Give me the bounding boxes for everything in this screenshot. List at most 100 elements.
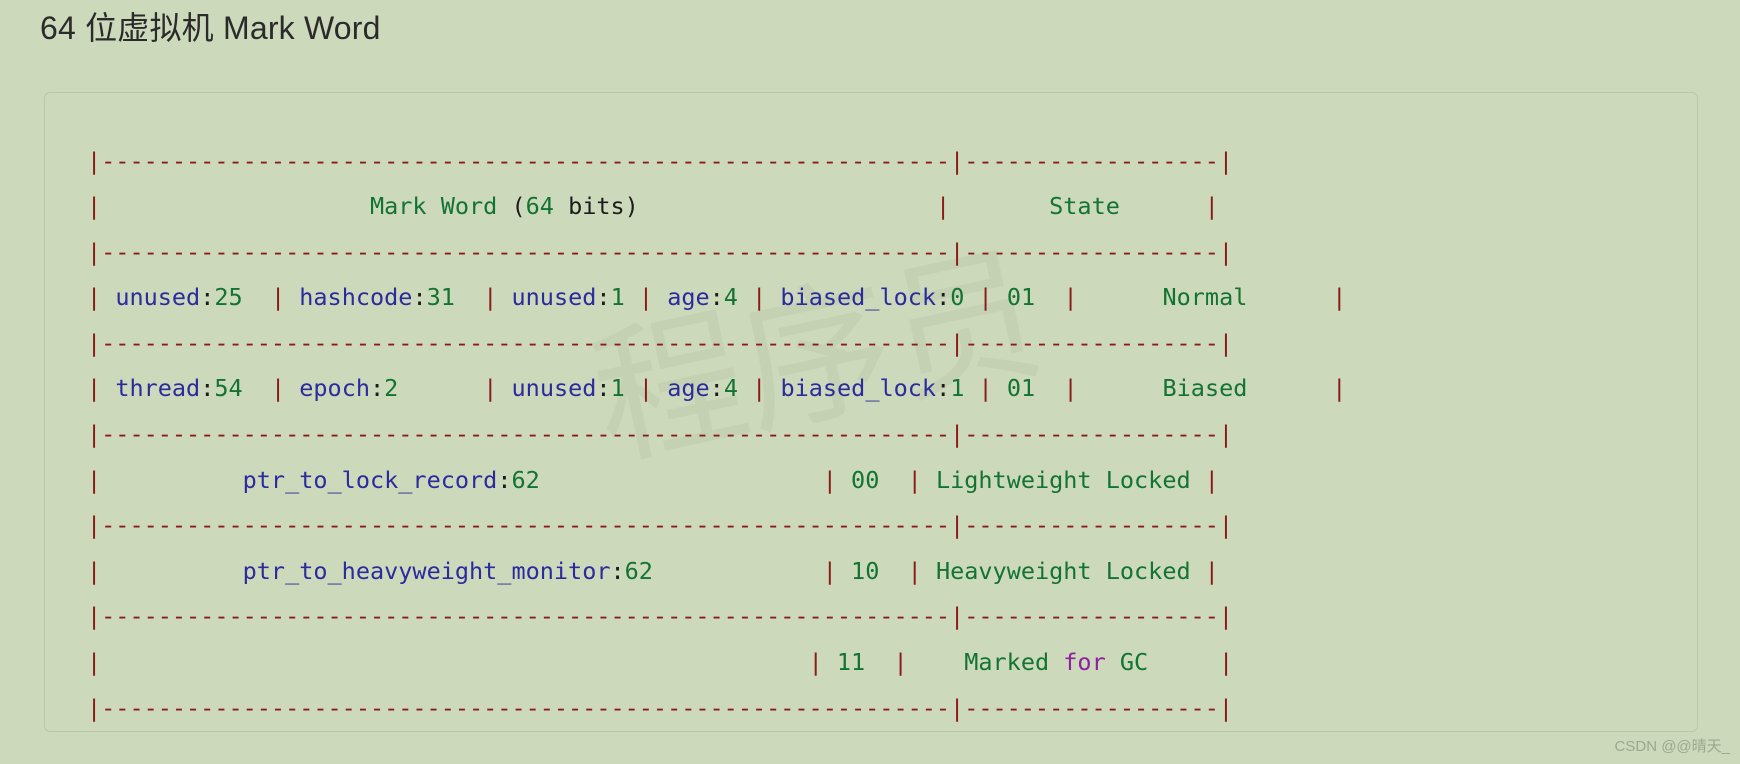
tag-bits: 00 bbox=[851, 465, 880, 494]
field-bits: 4 bbox=[723, 283, 738, 312]
state-label-marked: Marked bbox=[964, 648, 1064, 677]
code-card: 程序员 |-----------------------------------… bbox=[44, 92, 1698, 732]
field-bits: 1 bbox=[610, 283, 625, 312]
colon: : bbox=[200, 283, 215, 312]
mark-word-diagram: |---------------------------------------… bbox=[87, 139, 1346, 732]
pipe: | bbox=[1063, 283, 1078, 312]
rule-1: |---------------------------------------… bbox=[87, 237, 1234, 266]
field-name: ptr_to_heavyweight_monitor bbox=[242, 556, 611, 585]
field-name: age bbox=[667, 283, 710, 312]
state-keyword-for: for bbox=[1063, 648, 1106, 677]
pipe: | bbox=[87, 465, 102, 494]
colon: : bbox=[596, 374, 611, 403]
pipe: | bbox=[483, 374, 498, 403]
state-label: Heavyweight Locked bbox=[935, 556, 1191, 585]
colon: : bbox=[596, 283, 611, 312]
colon: : bbox=[709, 374, 724, 403]
colon: : bbox=[200, 374, 215, 403]
row-heavyweight: | ptr_to_heavyweight_monitor:62 | 10 | H… bbox=[87, 557, 1219, 585]
tag-bits: 10 bbox=[851, 556, 880, 585]
separator-line: |---------------------------------------… bbox=[87, 511, 1233, 539]
field-bits: 1 bbox=[610, 374, 625, 403]
pipe: | bbox=[638, 283, 654, 312]
pipe: | bbox=[822, 556, 837, 585]
rule-2: |---------------------------------------… bbox=[87, 328, 1234, 357]
field-name: unused bbox=[511, 283, 597, 312]
field-name: thread bbox=[115, 374, 201, 403]
pipe: | bbox=[87, 283, 102, 312]
field-bits: 25 bbox=[214, 283, 243, 312]
separator-line: |---------------------------------------… bbox=[87, 420, 1233, 448]
pipe: | bbox=[978, 283, 993, 312]
row-marked-for-gc: | | 11 | Marked for GC | bbox=[87, 648, 1233, 676]
field-name: ptr_to_lock_record bbox=[242, 465, 498, 494]
field-name: unused bbox=[511, 374, 597, 403]
rule-top: |---------------------------------------… bbox=[87, 146, 1234, 175]
field-bits: 54 bbox=[214, 374, 243, 403]
rule-4: |---------------------------------------… bbox=[87, 511, 1234, 540]
pipe: | bbox=[752, 374, 767, 403]
field-bits: 62 bbox=[511, 465, 540, 494]
pipe: | bbox=[87, 556, 102, 585]
separator-line: |---------------------------------------… bbox=[87, 238, 1233, 266]
state-label-gc: GC bbox=[1105, 648, 1149, 677]
field-bits: 2 bbox=[384, 374, 399, 403]
row-biased: | thread:54 | epoch:2 | unused:1 | age:4… bbox=[87, 374, 1346, 402]
field-bits: 4 bbox=[723, 374, 738, 403]
pipe: | bbox=[638, 374, 654, 403]
field-bits: 0 bbox=[950, 283, 965, 312]
field-bits: 31 bbox=[426, 283, 455, 312]
pipe: | bbox=[893, 648, 908, 677]
page-root: 64 位虚拟机 Mark Word 程序员 |-----------------… bbox=[0, 0, 1740, 764]
field-name: unused bbox=[115, 283, 201, 312]
field-name: biased_lock bbox=[780, 283, 937, 312]
pipe: | bbox=[978, 374, 993, 403]
pipe: | bbox=[483, 283, 498, 312]
pipe: | bbox=[907, 465, 922, 494]
header-bits-word: bits) bbox=[553, 192, 639, 221]
pipe: | bbox=[1204, 556, 1219, 585]
pipe: | bbox=[270, 283, 286, 312]
field-name: epoch bbox=[299, 374, 371, 403]
colon: : bbox=[709, 283, 724, 312]
pipe: | bbox=[1204, 465, 1219, 494]
rule-bottom: |---------------------------------------… bbox=[87, 693, 1234, 722]
rule-3: |---------------------------------------… bbox=[87, 420, 1234, 449]
tag-bits: 01 bbox=[1006, 283, 1036, 312]
header-row: | Mark Word (64 bits) | State | bbox=[87, 192, 1219, 220]
pipe: | bbox=[87, 374, 102, 403]
paren-open: ( bbox=[511, 192, 526, 221]
pipe: | bbox=[1218, 648, 1234, 677]
